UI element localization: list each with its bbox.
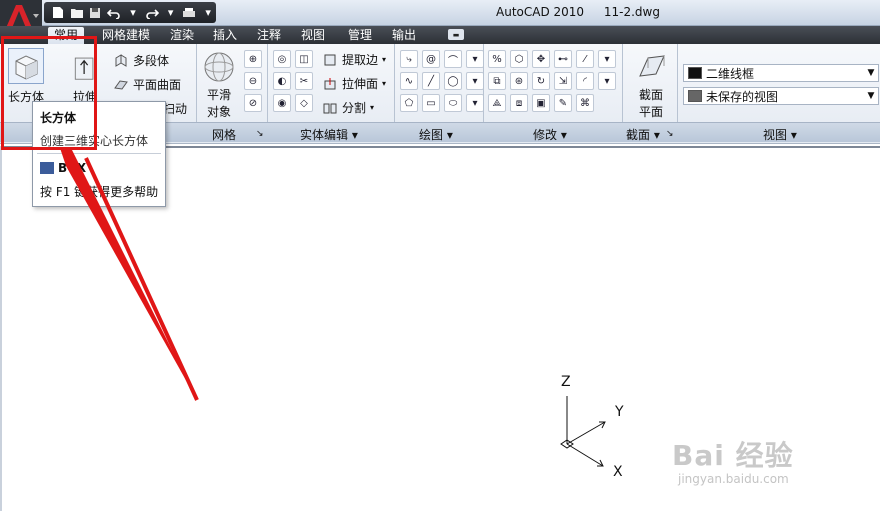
ucs-axes-icon bbox=[560, 396, 606, 467]
ucs-icon: Z Y X bbox=[553, 374, 643, 484]
ucs-x-label: X bbox=[613, 464, 623, 480]
watermark-url: jingyan.baidu.com bbox=[678, 472, 789, 486]
autocad-window: ▾ ▾ ▾ AutoCAD 2010 11-2.dwg 常用 网格建模 渲染 插… bbox=[0, 0, 880, 511]
ucs-y-label: Y bbox=[615, 404, 624, 420]
ucs-z-label: Z bbox=[561, 374, 571, 390]
baidu-watermark: Bai 经验 bbox=[672, 439, 794, 472]
